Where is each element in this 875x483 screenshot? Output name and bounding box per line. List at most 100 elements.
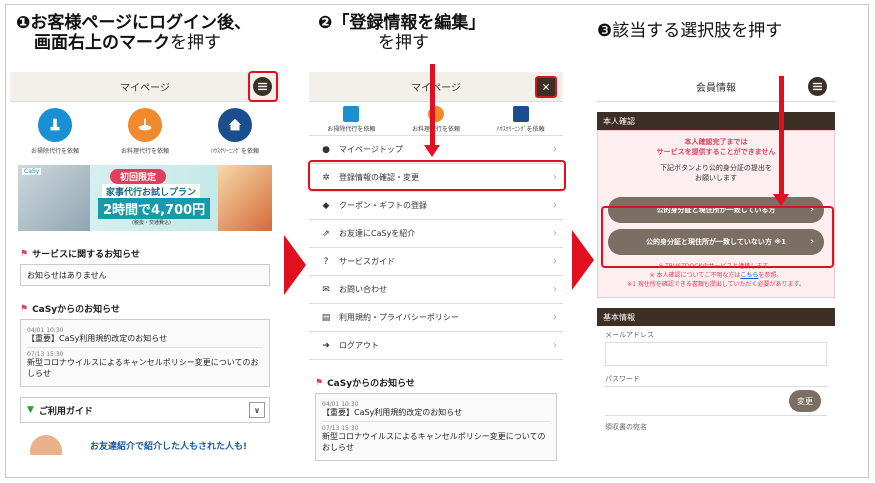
- news-date: 04/01 10:30: [27, 327, 64, 334]
- next-arrow-icon: [284, 235, 306, 295]
- guide-select[interactable]: ▼ ご利用ガイド ∨: [20, 397, 270, 424]
- tag-icon: ◆: [322, 200, 330, 211]
- menu-item-invite-friend[interactable]: ⇗ お友達にCaSyを紹介 ›: [309, 220, 563, 248]
- service-cooking[interactable]: お料理代行を依頼: [412, 106, 460, 133]
- flag-icon: ⚑: [315, 377, 324, 388]
- service-cleaning-label: お掃除代行を依頼: [30, 148, 79, 155]
- chevron-right-icon: ›: [553, 284, 557, 295]
- flag-icon: ⚑: [20, 303, 29, 314]
- news-text: 新型コロナウイルスによるキャンセルポリシー変更についてのおしらせ: [27, 358, 259, 378]
- change-button[interactable]: 変更: [789, 390, 821, 412]
- chevron-right-icon: ›: [553, 256, 557, 267]
- menu-label: お問い合わせ: [339, 285, 387, 294]
- banner-line2: 2時間で4,700円: [98, 198, 211, 219]
- promo-banner[interactable]: CaSy 初回限定 家事代行お試しプラン 2時間で4,700円 (税抜・交通費込…: [18, 165, 272, 231]
- news-text: 新型コロナウイルスによるキャンセルポリシー変更についてのおしらせ: [322, 432, 546, 452]
- house-cleaning-icon: [217, 108, 252, 142]
- service-house-cleaning[interactable]: ﾊｳｽｸﾘｰﾆﾝｸﾞを依頼: [497, 106, 545, 133]
- service-cooking[interactable]: お料理代行を依頼: [121, 108, 169, 155]
- news-item[interactable]: 04/01 10:30 【重要】CaSy利用規約改定のお知らせ: [322, 398, 550, 423]
- note2: ※ 本人確認についてご不明な方はこちらを参照。: [598, 270, 834, 279]
- news-item[interactable]: 07/13 15:30 新型コロナウイルスによるキャンセルポリシー変更についての…: [322, 422, 550, 456]
- menu-item-terms[interactable]: ▤ 利用規約・プライバシーポリシー ›: [309, 304, 563, 332]
- friend-avatar: [30, 435, 62, 456]
- beginner-icon: ▼: [27, 405, 34, 416]
- friend-promo[interactable]: お友達紹介で紹介した人もされた人も!: [20, 433, 270, 456]
- highlight-menu-icon: [248, 71, 278, 102]
- news-date: 04/01 10:30: [322, 401, 359, 408]
- menu-item-contact[interactable]: ✉ お問い合わせ ›: [309, 276, 563, 304]
- step2-title-line1: ❷「登録情報を編集」: [318, 13, 486, 33]
- close-icon[interactable]: ✕: [535, 76, 557, 98]
- news-item[interactable]: 04/01 10:30 【重要】CaSy利用規約改定のお知らせ: [27, 324, 263, 349]
- chevron-right-icon: ›: [553, 144, 557, 155]
- screen3: 会員情報 本人確認 本人確認完了までは サービスを提供することができません 下記…: [597, 72, 835, 472]
- banner-food-photo: [218, 165, 272, 231]
- service-house-cleaning[interactable]: ﾊｳｽｸﾘｰﾆﾝｸﾞを依頼: [211, 108, 259, 155]
- menu-label: サービスガイド: [339, 257, 395, 266]
- down-arrow-icon: [424, 145, 440, 157]
- screen1-header-title: マイページ: [120, 83, 170, 94]
- banner-line1: 家事代行お試しプラン: [102, 184, 201, 199]
- screen1: マイページ お掃除代行を依頼 お料理代行を依頼 ﾊｳｽｸﾘｰﾆﾝｸﾞを依頼 Ca…: [10, 72, 280, 472]
- chevron-right-icon: ›: [553, 340, 557, 351]
- service-label: お掃除代行を依頼: [327, 126, 376, 133]
- chevron-down-icon: ∨: [249, 402, 265, 419]
- casy-news-box: 04/01 10:30 【重要】CaSy利用規約改定のお知らせ 07/13 15…: [315, 393, 557, 462]
- mail-icon: ✉: [322, 284, 330, 295]
- menu-item-coupon[interactable]: ◆ クーポン・ギフトの登録 ›: [309, 192, 563, 220]
- password-field[interactable]: 変更: [605, 386, 827, 416]
- service-label: ﾊｳｽｸﾘｰﾆﾝｸﾞを依頼: [496, 126, 545, 133]
- cooking-icon: [127, 108, 162, 142]
- menu-label: クーポン・ギフトの登録: [339, 201, 427, 210]
- menu-label: 利用規約・プライバシーポリシー: [339, 313, 459, 322]
- email-label: メールアドレス: [605, 331, 654, 339]
- news-item[interactable]: 07/13 15:30 新型コロナウイルスによるキャンセルポリシー変更についての…: [27, 348, 263, 382]
- down-arrow-shaft: [430, 64, 435, 148]
- screen2-service-row: お掃除代行を依頼 お料理代行を依頼 ﾊｳｽｸﾘｰﾆﾝｸﾞを依頼: [309, 102, 563, 135]
- service-cleaning[interactable]: お掃除代行を依頼: [31, 108, 79, 155]
- menu-label: お友達にCaSyを紹介: [339, 229, 416, 238]
- highlight-edit-registration: [308, 160, 566, 191]
- step1-title: ❶お客様ページにログイン後、 画面右上のマークを押す: [16, 13, 251, 53]
- highlight-options: [601, 206, 834, 268]
- menu-icon[interactable]: [808, 77, 827, 96]
- screen3-header: 会員情報: [597, 72, 835, 102]
- service-notice-heading: ⚑ サービスに関するお知らせ: [10, 247, 280, 261]
- down-arrow-shaft: [779, 76, 784, 196]
- screen3-header-title: 会員情報: [696, 83, 736, 94]
- menu-label: マイページトップ: [339, 145, 403, 154]
- service-cleaning[interactable]: お掃除代行を依頼: [327, 106, 375, 133]
- friend-promo-text: お友達紹介で紹介した人もされた人も!: [90, 442, 248, 453]
- email-field[interactable]: [605, 342, 827, 366]
- casy-notice-title: CaSyからのお知らせ: [32, 305, 120, 315]
- basic-section-title: 基本情報: [597, 308, 835, 326]
- step1-title-bold: 画面右上のマーク: [34, 32, 170, 53]
- step3-title: ❸該当する選択肢を押す: [597, 21, 782, 42]
- info-line2: お願いします: [695, 174, 737, 182]
- note3: ※1 現住所を確認できる書類も提出していただく必要があります。: [627, 281, 805, 288]
- guide-label: ご利用ガイド: [38, 406, 93, 417]
- menu-item-service-guide[interactable]: ? サービスガイド ›: [309, 248, 563, 276]
- chevron-right-icon: ›: [553, 228, 557, 239]
- screen1-header: マイページ: [10, 72, 280, 102]
- service-label: お料理代行を依頼: [411, 126, 460, 133]
- receipt-label: 領収書の宛名: [605, 423, 647, 431]
- banner-note: (税抜・交通費込): [132, 220, 171, 226]
- person-icon: ●: [322, 144, 330, 155]
- flag-icon: ⚑: [20, 248, 29, 259]
- news-text: 【重要】CaSy利用規約改定のお知らせ: [322, 408, 463, 417]
- service-notice-box: お知らせはありません: [20, 264, 270, 286]
- warning-line1: 本人確認完了までは: [684, 138, 748, 146]
- id-section-title: 本人確認: [597, 112, 835, 130]
- logout-icon: ➜: [322, 340, 330, 351]
- screen1-service-row: お掃除代行を依頼 お料理代行を依頼 ﾊｳｽｸﾘｰﾆﾝｸﾞを依頼: [10, 102, 280, 159]
- info-line1: 下記ボタンより公的身分証の提出を: [660, 164, 772, 172]
- service-cooking-label: お料理代行を依頼: [120, 148, 169, 155]
- screen2-header: マイページ ✕: [309, 72, 563, 102]
- menu-item-logout[interactable]: ➜ ログアウト ›: [309, 332, 563, 360]
- note2-suffix: を参照。: [758, 272, 783, 279]
- screen2-header-title: マイページ: [411, 83, 461, 94]
- casy-news-box: 04/01 10:30 【重要】CaSy利用規約改定のお知らせ 07/13 15…: [20, 319, 270, 388]
- note2-link[interactable]: こちら: [740, 272, 758, 279]
